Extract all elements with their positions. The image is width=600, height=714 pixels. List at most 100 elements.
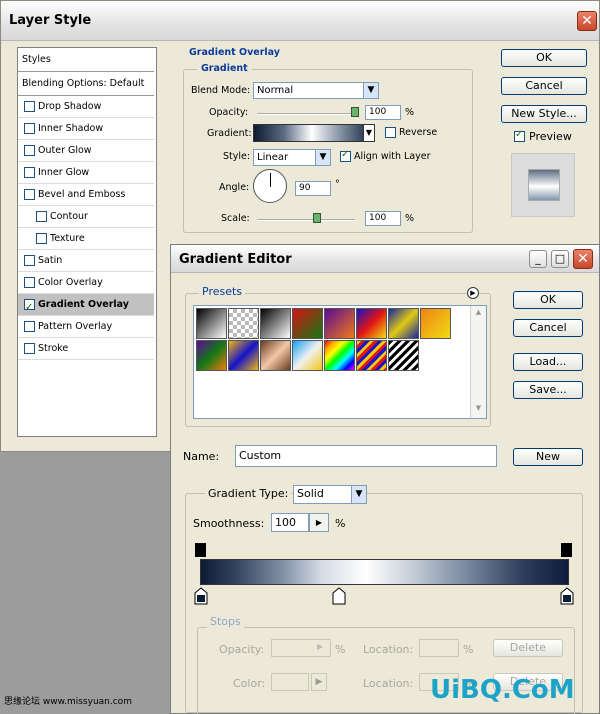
gradient-type-select[interactable]: Solid ▼ (293, 485, 367, 504)
watermark-right: UiBQ.CoM (430, 675, 575, 705)
style-item-inner-glow[interactable]: Inner Glow (18, 162, 154, 184)
gradient-preset-swatch[interactable] (228, 340, 259, 371)
style-item-inner-shadow[interactable]: Inner Shadow (18, 118, 154, 140)
opacity-slider-thumb[interactable] (351, 107, 359, 117)
styles-header[interactable]: Styles (18, 48, 154, 72)
gradient-preset-swatch[interactable] (196, 308, 227, 339)
style-item-checkbox[interactable] (24, 277, 35, 288)
style-item-label: Drop Shadow (38, 101, 102, 112)
gradient-preset-swatch[interactable] (388, 340, 419, 371)
reverse-checkbox[interactable] (385, 127, 396, 138)
gradient-preset-swatch[interactable] (292, 340, 323, 371)
scale-label: Scale: (221, 213, 250, 224)
angle-dial[interactable] (253, 169, 287, 203)
gradient-preset-swatch[interactable] (420, 308, 451, 339)
cancel-button[interactable]: Cancel (501, 77, 587, 95)
close-icon[interactable]: ✕ (573, 249, 593, 269)
minimize-icon[interactable]: _ (529, 250, 547, 268)
style-item-contour[interactable]: Contour (18, 206, 154, 228)
presets-scrollbar[interactable]: ▲ ▼ (470, 306, 486, 418)
smoothness-unit: % (335, 517, 346, 530)
style-item-checkbox[interactable] (36, 211, 47, 222)
smoothness-arrow-icon[interactable]: ▶ (309, 513, 329, 532)
gradient-bar[interactable] (200, 559, 569, 585)
load-button[interactable]: Load... (513, 353, 583, 371)
scroll-up-icon[interactable]: ▲ (473, 308, 484, 319)
stops-title: Stops (207, 615, 244, 628)
scale-input[interactable]: 100 (365, 211, 401, 226)
layer-style-titlebar[interactable]: Layer Style ✕ (1, 1, 599, 41)
blend-mode-select[interactable]: Normal ▼ (253, 82, 379, 99)
new-button[interactable]: New (513, 448, 583, 466)
angle-input[interactable]: 90 (295, 181, 331, 196)
style-select[interactable]: Linear ▼ (253, 149, 331, 166)
save-button[interactable]: Save... (513, 381, 583, 399)
ok-button[interactable]: OK (501, 49, 587, 67)
scale-slider[interactable] (257, 219, 355, 221)
stop-color-swatch[interactable] (271, 673, 309, 691)
gradient-preset-swatch[interactable] (260, 308, 291, 339)
gradient-preset-swatch[interactable] (324, 308, 355, 339)
style-item-gradient-overlay[interactable]: Gradient Overlay (18, 294, 154, 319)
style-item-checkbox[interactable] (24, 297, 35, 319)
style-item-checkbox[interactable] (24, 167, 35, 178)
maximize-icon[interactable]: □ (551, 250, 569, 268)
style-item-outer-glow[interactable]: Outer Glow (18, 140, 154, 162)
scroll-down-icon[interactable]: ▼ (473, 404, 484, 415)
blending-options[interactable]: Blending Options: Default (18, 72, 154, 96)
ge-cancel-button[interactable]: Cancel (513, 319, 583, 337)
style-item-checkbox[interactable] (24, 189, 35, 200)
gradient-preset-swatch[interactable] (260, 340, 291, 371)
style-item-stroke[interactable]: Stroke (18, 338, 154, 360)
style-item-checkbox[interactable] (36, 233, 47, 244)
style-item-checkbox[interactable] (24, 343, 35, 354)
new-style-button[interactable]: New Style... (501, 105, 587, 123)
gradient-preset-swatch[interactable] (356, 340, 387, 371)
delete-opacity-stop-button[interactable]: Delete (493, 639, 563, 657)
chevron-down-icon: ▼ (315, 150, 330, 165)
gradient-preview-picker[interactable] (253, 124, 375, 142)
preview-box (511, 153, 575, 217)
gradient-preset-swatch[interactable] (356, 308, 387, 339)
color-stop-right[interactable] (560, 587, 574, 605)
style-item-color-overlay[interactable]: Color Overlay (18, 272, 154, 294)
chevron-down-icon[interactable]: ▼ (363, 124, 375, 142)
stop-opacity-arrow-icon[interactable]: ▶ (317, 642, 323, 651)
style-item-texture[interactable]: Texture (18, 228, 154, 250)
close-icon[interactable]: ✕ (577, 11, 597, 31)
style-item-checkbox[interactable] (24, 101, 35, 112)
gradient-preset-swatch[interactable] (292, 308, 323, 339)
style-item-drop-shadow[interactable]: Drop Shadow (18, 96, 154, 118)
gradient-editor-titlebar[interactable]: Gradient Editor _ □ ✕ (171, 245, 599, 273)
opacity-stop-left[interactable] (195, 543, 206, 557)
opacity-label: Opacity: (209, 107, 249, 118)
style-item-checkbox[interactable] (24, 145, 35, 156)
style-item-checkbox[interactable] (24, 321, 35, 332)
stop-color-location-label: Location: (363, 677, 414, 690)
gradient-preset-swatch[interactable] (388, 308, 419, 339)
align-with-layer-checkbox[interactable] (340, 149, 351, 162)
style-item-checkbox[interactable] (24, 255, 35, 266)
stop-opacity-location-input[interactable] (419, 639, 459, 657)
gradient-preset-swatch[interactable] (324, 340, 355, 371)
stop-color-arrow-icon[interactable]: ▶ (311, 673, 327, 691)
preview-checkbox[interactable] (514, 129, 525, 142)
gradient-preset-swatch[interactable] (228, 308, 259, 339)
style-item-bevel-and-emboss[interactable]: Bevel and Emboss (18, 184, 154, 206)
opacity-stop-right[interactable] (561, 543, 572, 557)
color-stop-left[interactable] (194, 587, 208, 605)
name-input[interactable]: Custom (235, 445, 497, 467)
style-item-checkbox[interactable] (24, 123, 35, 134)
opacity-input[interactable]: 100 (365, 105, 401, 120)
ge-ok-button[interactable]: OK (513, 291, 583, 309)
presets-menu-icon[interactable]: ▶ (467, 287, 479, 299)
stop-opacity-unit: % (335, 643, 346, 656)
scale-slider-thumb[interactable] (313, 213, 321, 223)
style-item-satin[interactable]: Satin (18, 250, 154, 272)
style-item-pattern-overlay[interactable]: Pattern Overlay (18, 316, 154, 338)
opacity-slider[interactable] (257, 113, 357, 115)
gradient-preset-swatch[interactable] (196, 340, 227, 371)
midpoint-stop[interactable] (332, 587, 346, 605)
style-item-label: Color Overlay (38, 277, 103, 288)
smoothness-input[interactable]: 100 (271, 513, 309, 532)
